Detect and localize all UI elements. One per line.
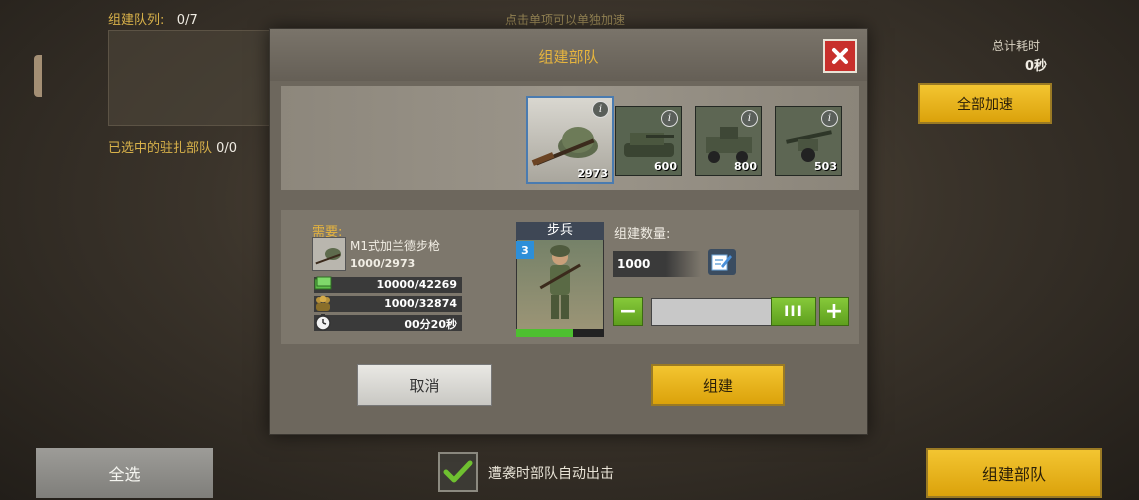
unit-card-light-tank[interactable]: 600 i <box>615 106 682 176</box>
auto-deploy-label: 遭袭时部队自动出击 <box>488 466 614 482</box>
resource-row-time: 00分20秒 <box>314 314 462 331</box>
edit-quantity-button[interactable] <box>708 249 736 275</box>
unit-count: 2973 <box>577 167 608 180</box>
unit-card-infantry[interactable]: 2973 i <box>526 96 614 184</box>
build-button[interactable]: 组建 <box>651 364 785 406</box>
info-icon[interactable]: i <box>741 110 758 127</box>
clock-icon <box>315 314 331 331</box>
speedup-hint: 点击单项可以单独加速 <box>505 13 626 27</box>
weapon-count: 1000/2973 <box>350 257 416 270</box>
cancel-button[interactable]: 取消 <box>357 364 492 406</box>
grip-icon: III <box>784 303 803 320</box>
rifle-icon <box>312 237 346 271</box>
auto-deploy-checkbox[interactable] <box>438 452 478 492</box>
selected-garrison-value: 0/0 <box>216 141 238 156</box>
close-icon <box>832 48 848 64</box>
unit-progress-bar <box>516 329 604 337</box>
cash-value: 10000/42269 <box>376 278 457 291</box>
unit-level-badge: 3 <box>516 241 534 259</box>
info-icon[interactable]: i <box>592 101 609 118</box>
queue-value: 0/7 <box>176 13 198 28</box>
time-value: 00分20秒 <box>404 318 457 331</box>
resource-row-cash: 10000/42269 <box>314 276 462 293</box>
manpower-value: 1000/32874 <box>384 297 457 310</box>
build-troops-dialog: 组建部队 2973 i 600 i 800 i 503 i 需要: M1式加兰德… <box>269 28 868 435</box>
info-icon[interactable]: i <box>821 110 838 127</box>
edit-icon <box>711 254 732 271</box>
decrease-button[interactable]: − <box>613 297 643 326</box>
checkmark-icon <box>443 460 473 483</box>
queue-label: 组建队列: 0/7 <box>108 13 198 28</box>
increase-button[interactable]: + <box>819 297 849 326</box>
total-time-value: 0秒 <box>1025 59 1048 74</box>
speedup-all-button[interactable]: 全部加速 <box>918 83 1052 124</box>
unit-progress-fill <box>516 329 574 337</box>
plus-icon: + <box>824 299 844 324</box>
unit-card-anti-tank-gun[interactable]: 503 i <box>775 106 842 176</box>
unit-name: 步兵 <box>516 222 604 240</box>
unit-count: 600 <box>654 160 677 173</box>
cash-icon <box>314 276 332 290</box>
minus-icon: − <box>618 299 638 324</box>
weapon-name: M1式加兰德步枪 <box>350 239 440 253</box>
build-troops-button[interactable]: 组建部队 <box>926 448 1102 498</box>
unit-card-artillery-truck[interactable]: 800 i <box>695 106 762 176</box>
selected-garrison-label: 已选中的驻扎部队 0/0 <box>108 141 238 156</box>
info-icon[interactable]: i <box>661 110 678 127</box>
quantity-label: 组建数量: <box>614 227 671 242</box>
close-button[interactable] <box>823 39 857 73</box>
dialog-title: 组建部队 <box>538 48 599 66</box>
queue-box <box>108 30 275 126</box>
manpower-icon <box>316 295 330 311</box>
select-all-button[interactable]: 全选 <box>36 448 213 498</box>
quantity-input[interactable]: 1000 <box>613 251 701 277</box>
unit-count: 800 <box>734 160 757 173</box>
side-tab-handle[interactable] <box>34 55 42 97</box>
unit-count: 503 <box>814 160 837 173</box>
resource-row-manpower: 1000/32874 <box>314 295 462 312</box>
slider-handle[interactable]: III <box>771 297 816 326</box>
total-time-label: 总计耗时 <box>992 39 1041 53</box>
